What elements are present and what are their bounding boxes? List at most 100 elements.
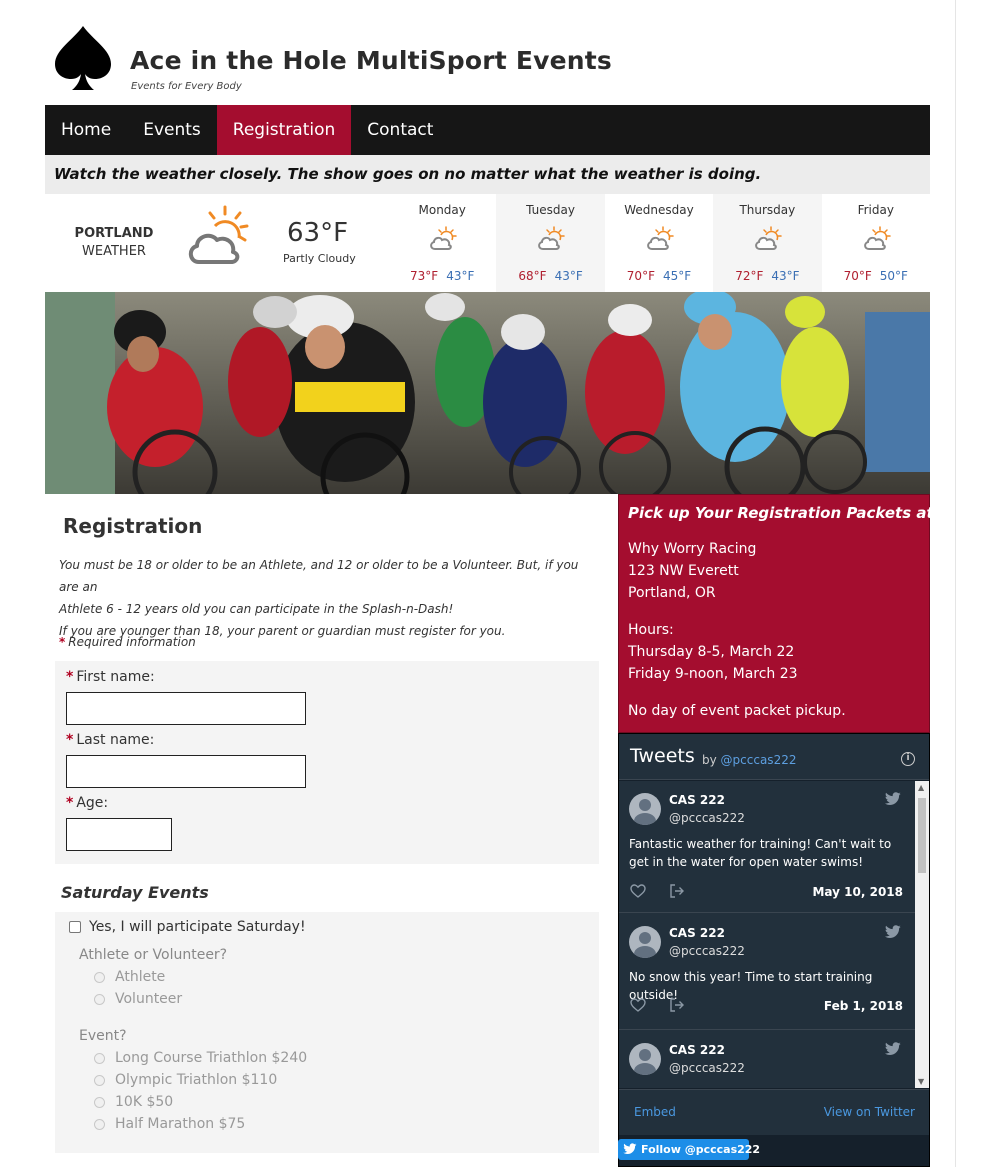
- radio-label[interactable]: Olympic Triathlon $110: [115, 1072, 277, 1088]
- forecast-day: Friday 70°F 50°F: [822, 194, 930, 292]
- registration-section: Registration You must be 18 or older to …: [45, 494, 618, 1167]
- packet-title: Pick up Your Registration Packets at:: [628, 504, 940, 522]
- event-option[interactable]: Olympic Triathlon $110: [94, 1072, 277, 1088]
- avatar[interactable]: [629, 1043, 661, 1075]
- saturday-events-fieldset: Yes, I will participate Saturday! Athlet…: [55, 912, 599, 1153]
- saturday-events-title: Saturday Events: [61, 883, 209, 902]
- tweet-date[interactable]: May 10, 2018: [812, 885, 903, 899]
- partly-cloudy-icon: [188, 205, 249, 264]
- twitter-bird-icon[interactable]: [884, 792, 902, 806]
- twitter-bird-icon[interactable]: [884, 925, 902, 939]
- info-icon[interactable]: i: [901, 752, 915, 766]
- intro-line: You must be 18 or older to be an Athlete…: [59, 558, 579, 594]
- radio-label[interactable]: Long Course Triathlon $240: [115, 1050, 307, 1066]
- first-name-label-text: First name:: [76, 669, 155, 685]
- required-star: *: [66, 732, 74, 748]
- tweet-item[interactable]: CAS 222 @pcccas222 No snow this year! Ti…: [619, 914, 915, 1030]
- tweet-author-handle[interactable]: @pcccas222: [669, 1061, 745, 1075]
- required-note-text: Required information: [68, 635, 196, 649]
- tweet-author-name[interactable]: CAS 222: [669, 926, 725, 940]
- forecast-low: 43°F: [554, 269, 583, 283]
- scroll-down-arrow-icon[interactable]: ▼: [918, 1077, 924, 1086]
- radio-label[interactable]: Volunteer: [115, 991, 182, 1007]
- first-name-label: * First name:: [66, 669, 155, 685]
- required-star: *: [66, 795, 74, 811]
- radio-button[interactable]: [94, 1074, 105, 1086]
- twitter-handle-link[interactable]: @pcccas222: [721, 753, 797, 767]
- nav-registration[interactable]: Registration: [216, 105, 352, 155]
- forecast-low: 50°F: [879, 269, 908, 283]
- twitter-embed-link[interactable]: Embed: [634, 1105, 676, 1119]
- packet-pickup-panel: Pick up Your Registration Packets at: Wh…: [618, 494, 940, 733]
- heart-icon[interactable]: [630, 884, 646, 898]
- saturday-participate-checkbox[interactable]: [69, 921, 81, 933]
- radio-button[interactable]: [94, 993, 105, 1005]
- tweet-author-name[interactable]: CAS 222: [669, 793, 725, 807]
- forecast-high: 70°F: [626, 269, 655, 283]
- radio-label[interactable]: 10K $50: [115, 1094, 173, 1110]
- scrollbar-thumb[interactable]: [918, 798, 926, 873]
- radio-button[interactable]: [94, 1052, 105, 1064]
- twitter-footer: Embed View on Twitter: [619, 1089, 929, 1135]
- saturday-participate-row[interactable]: Yes, I will participate Saturday!: [69, 919, 306, 935]
- last-name-input[interactable]: [66, 755, 306, 788]
- packet-note: No day of event packet pickup.: [628, 703, 846, 719]
- follow-button[interactable]: Follow @pcccas222: [618, 1139, 760, 1160]
- avatar[interactable]: [629, 926, 661, 958]
- weather-widget: PORTLAND WEATHER 63°F Partly Cloudy Mond…: [45, 194, 930, 292]
- tweet-text: Fantastic weather for training! Can't wa…: [629, 837, 892, 869]
- forecast-day: Tuesday 68°F 43°F: [496, 194, 605, 292]
- nav-contact[interactable]: Contact: [351, 105, 449, 155]
- tweet-author-name[interactable]: CAS 222: [669, 1043, 725, 1057]
- tweet-date[interactable]: Feb 1, 2018: [824, 999, 903, 1013]
- main-nav: Home Events Registration Contact: [45, 105, 930, 155]
- avatar[interactable]: [629, 793, 661, 825]
- current-temperature: 63°F: [287, 218, 349, 248]
- radio-button[interactable]: [94, 1118, 105, 1130]
- saturday-participate-label[interactable]: Yes, I will participate Saturday!: [89, 919, 306, 935]
- tweet-item[interactable]: CAS 222 @pcccas222 Fantastic weather for…: [619, 781, 915, 913]
- radio-label[interactable]: Athlete: [115, 969, 165, 985]
- forecast-day-name: Thursday: [739, 203, 796, 217]
- forecast-day: Monday 73°F 43°F: [388, 194, 496, 292]
- twitter-bird-icon: [623, 1143, 637, 1154]
- required-note: * Required information: [59, 635, 196, 649]
- first-name-input[interactable]: [66, 692, 306, 725]
- radio-button[interactable]: [94, 971, 105, 983]
- view-on-twitter-link[interactable]: View on Twitter: [824, 1105, 915, 1119]
- site-title[interactable]: Ace in the Hole MultiSport Events: [130, 46, 612, 75]
- spade-logo-icon[interactable]: [51, 24, 115, 92]
- current-condition: Partly Cloudy: [283, 252, 356, 265]
- nav-home[interactable]: Home: [45, 105, 127, 155]
- age-input[interactable]: [66, 818, 172, 851]
- forecast-low: 43°F: [771, 269, 800, 283]
- share-icon[interactable]: [669, 998, 685, 1012]
- registration-intro: You must be 18 or older to be an Athlete…: [59, 554, 599, 642]
- event-option[interactable]: Long Course Triathlon $240: [94, 1050, 307, 1066]
- role-option-volunteer[interactable]: Volunteer: [94, 991, 182, 1007]
- heart-icon[interactable]: [630, 998, 646, 1012]
- tweet-author-handle[interactable]: @pcccas222: [669, 944, 745, 958]
- radio-button[interactable]: [94, 1096, 105, 1108]
- partly-cloudy-small-icon: [430, 226, 457, 250]
- share-icon[interactable]: [669, 884, 685, 898]
- follow-button-label[interactable]: Follow @pcccas222: [641, 1143, 760, 1156]
- tweet-item[interactable]: CAS 222 @pcccas222: [619, 1031, 915, 1088]
- radio-label[interactable]: Half Marathon $75: [115, 1116, 245, 1132]
- tweet-list-scrollbar[interactable]: ▲ ▼: [915, 781, 929, 1088]
- scroll-up-arrow-icon[interactable]: ▲: [918, 783, 924, 792]
- packet-hours-line: Thursday 8-5, March 22: [628, 644, 795, 660]
- event-option[interactable]: Half Marathon $75: [94, 1116, 245, 1132]
- event-option[interactable]: 10K $50: [94, 1094, 173, 1110]
- role-option-athlete[interactable]: Athlete: [94, 969, 165, 985]
- packet-hours-line: Friday 9-noon, March 23: [628, 666, 798, 682]
- last-name-label-text: Last name:: [76, 732, 155, 748]
- forecast-days: Monday 73°F 43°F Tuesday 68°F 43°F Wednesd…: [388, 194, 930, 292]
- nav-events[interactable]: Events: [127, 105, 217, 155]
- twitter-bird-icon[interactable]: [884, 1042, 902, 1056]
- tweet-author-handle[interactable]: @pcccas222: [669, 811, 745, 825]
- partly-cloudy-small-icon: [538, 226, 566, 250]
- twitter-timeline-widget: Tweets by @pcccas222 i CAS 222 @pcccas22…: [618, 733, 930, 1167]
- packet-hours-label: Hours:: [628, 622, 674, 638]
- weather-city: PORTLAND: [74, 226, 154, 241]
